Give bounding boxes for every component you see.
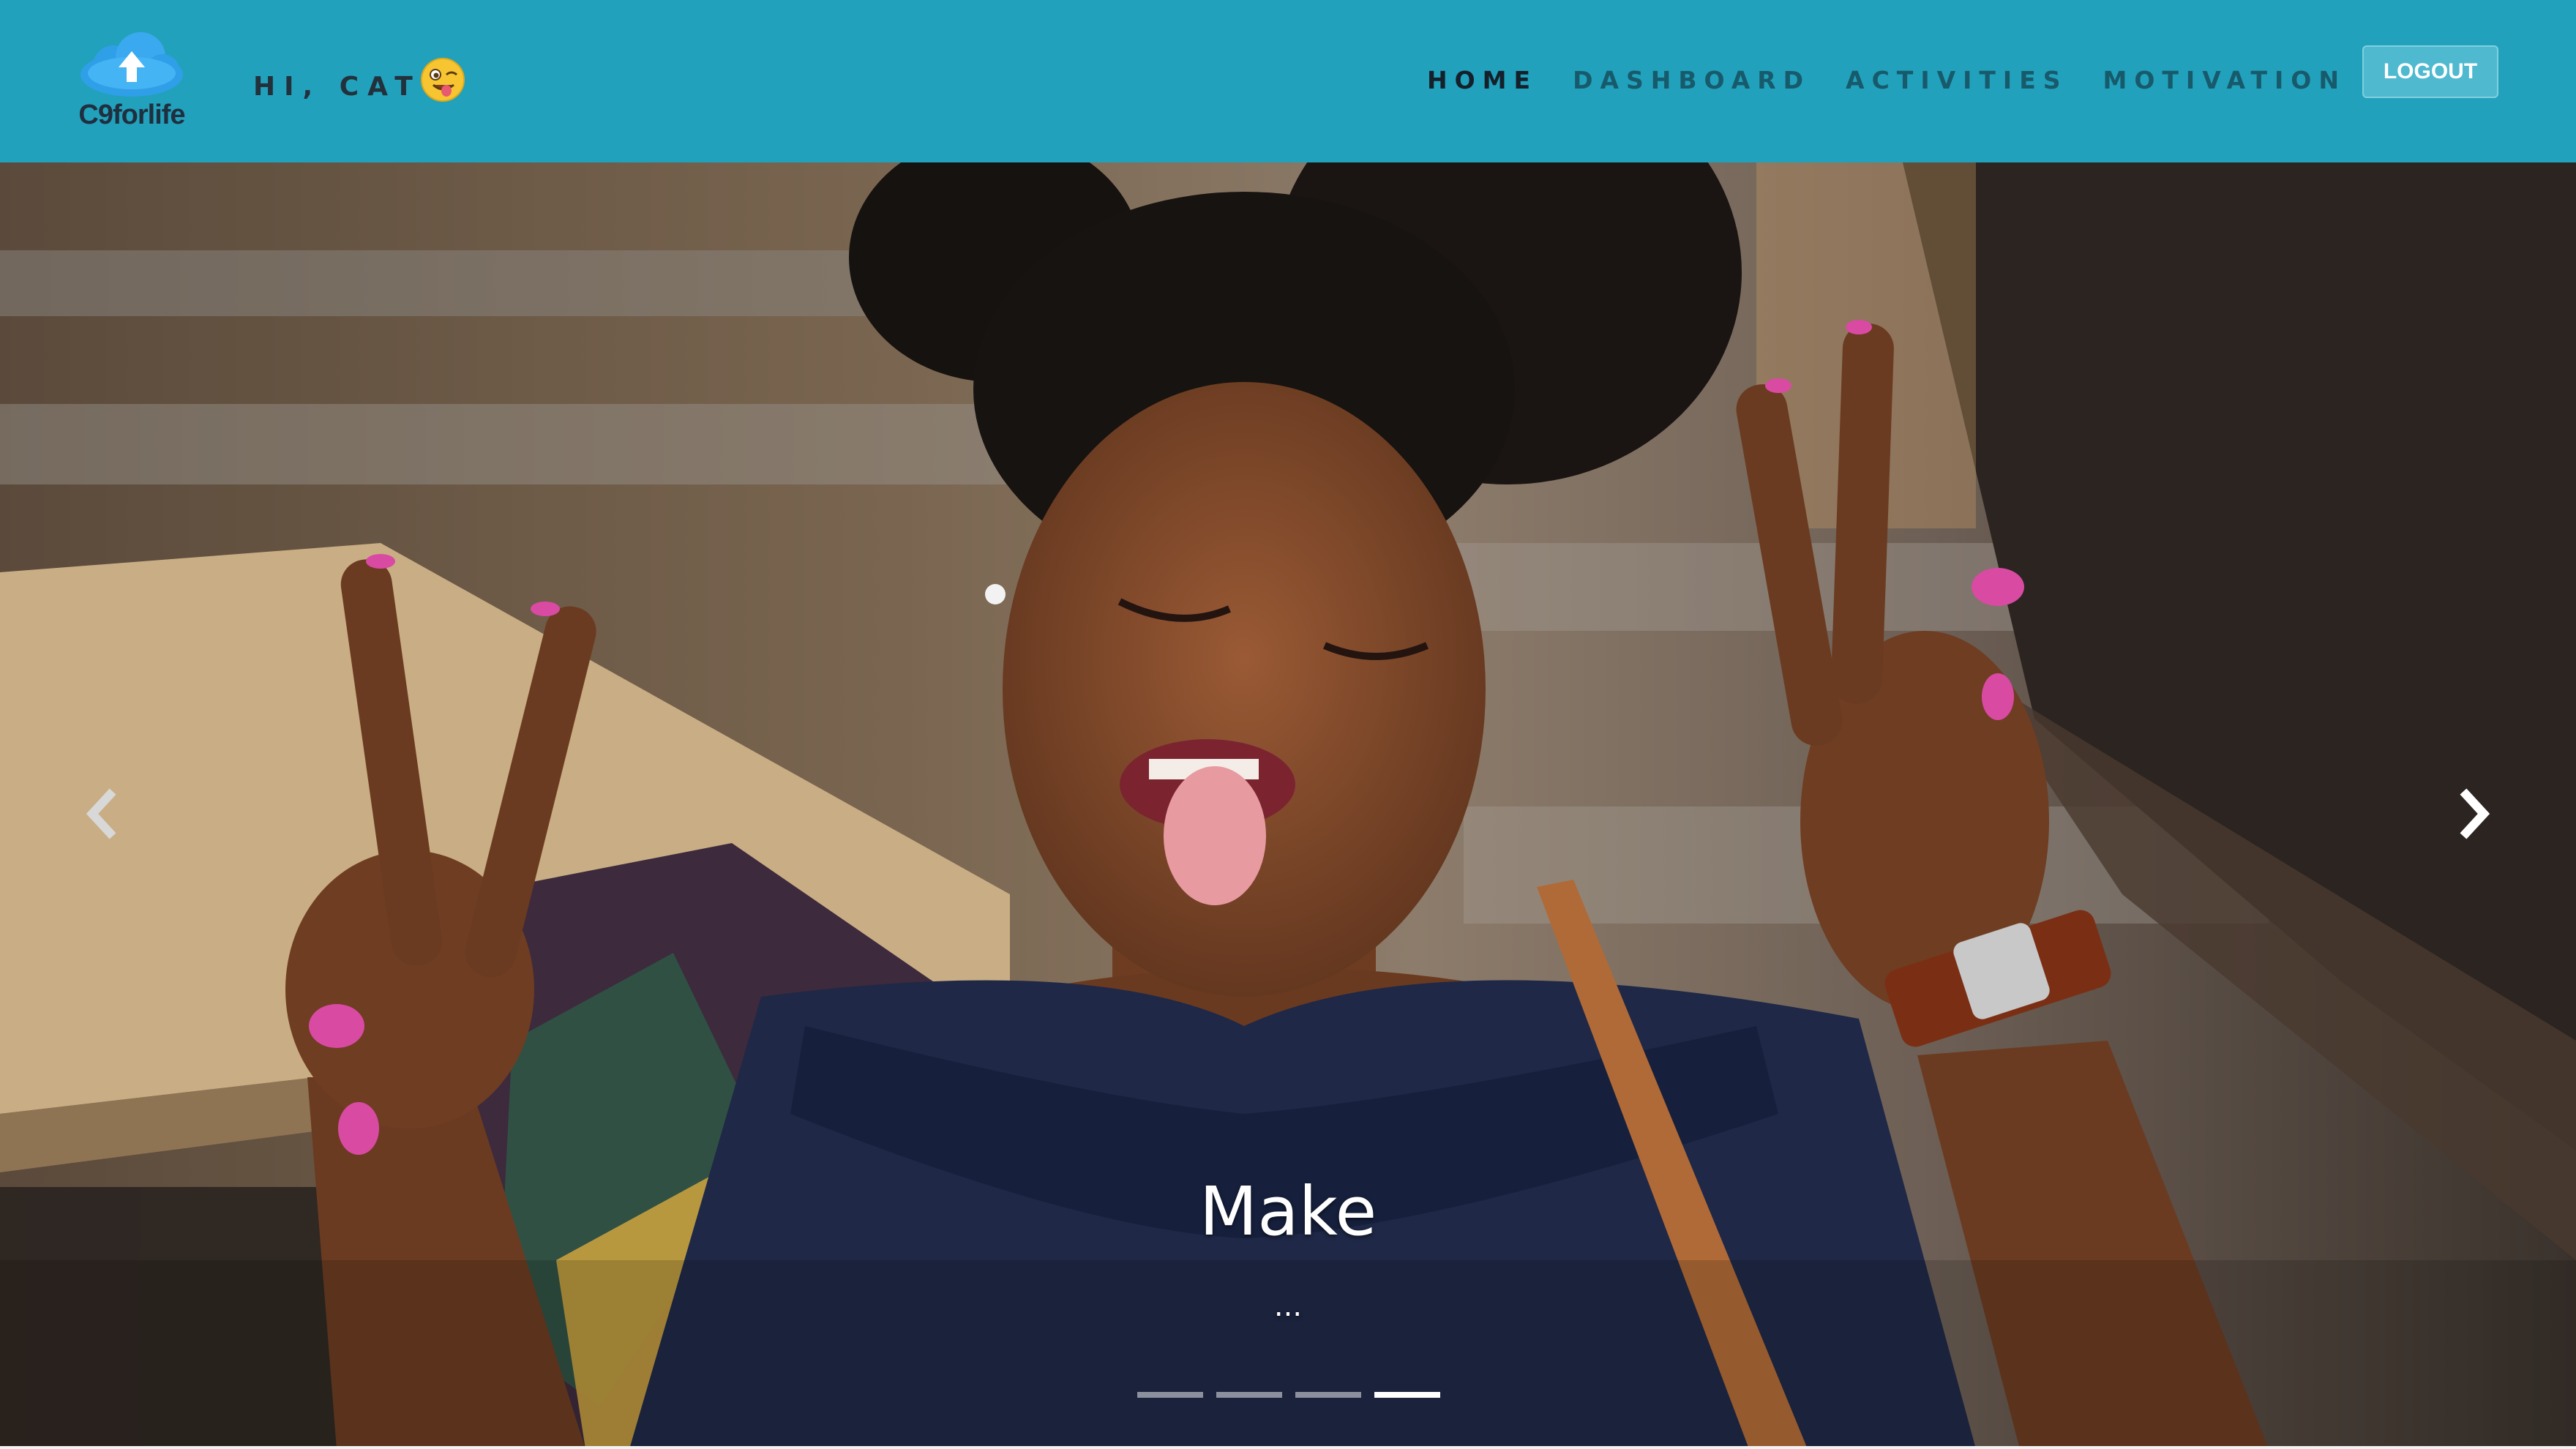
carousel-next-button[interactable] bbox=[2446, 777, 2504, 850]
winking-tongue-emoji-icon bbox=[421, 58, 465, 102]
chevron-left-icon bbox=[86, 788, 116, 839]
carousel-indicator-1[interactable] bbox=[1137, 1392, 1203, 1398]
main-nav: HOME DASHBOARD ACTIVITIES MOTIVATION bbox=[1427, 64, 2381, 97]
carousel-caption-title: Make bbox=[1199, 1172, 1377, 1251]
page-bottom-edge bbox=[0, 1446, 2576, 1449]
chevron-right-icon bbox=[2460, 788, 2490, 839]
user-greeting: HI, CAT bbox=[253, 72, 422, 102]
cloud-upload-icon bbox=[80, 32, 183, 97]
brand-name: C9forlife bbox=[78, 100, 185, 130]
nav-dashboard[interactable]: DASHBOARD bbox=[1573, 64, 1811, 97]
nav-motivation[interactable]: MOTIVATION bbox=[2103, 64, 2346, 97]
carousel-indicator-2[interactable] bbox=[1216, 1392, 1282, 1398]
carousel-indicator-4[interactable] bbox=[1374, 1392, 1440, 1398]
nav-activities[interactable]: ACTIVITIES bbox=[1846, 64, 2067, 97]
hero-photo bbox=[0, 162, 2576, 1449]
navbar: C9forlife HI, CAT HOME DASHBOARD ACTIVIT… bbox=[0, 0, 2576, 162]
nav-home[interactable]: HOME bbox=[1427, 64, 1538, 97]
carousel-prev-button[interactable] bbox=[72, 777, 130, 850]
carousel-caption-text: ... bbox=[1273, 1289, 1303, 1323]
brand-logo[interactable]: C9forlife bbox=[73, 29, 190, 139]
carousel-indicators bbox=[1137, 1392, 1440, 1402]
hero-carousel: Make ... bbox=[0, 162, 2576, 1449]
logout-button[interactable]: LOGOUT bbox=[2362, 45, 2498, 98]
carousel-indicator-3[interactable] bbox=[1295, 1392, 1361, 1398]
